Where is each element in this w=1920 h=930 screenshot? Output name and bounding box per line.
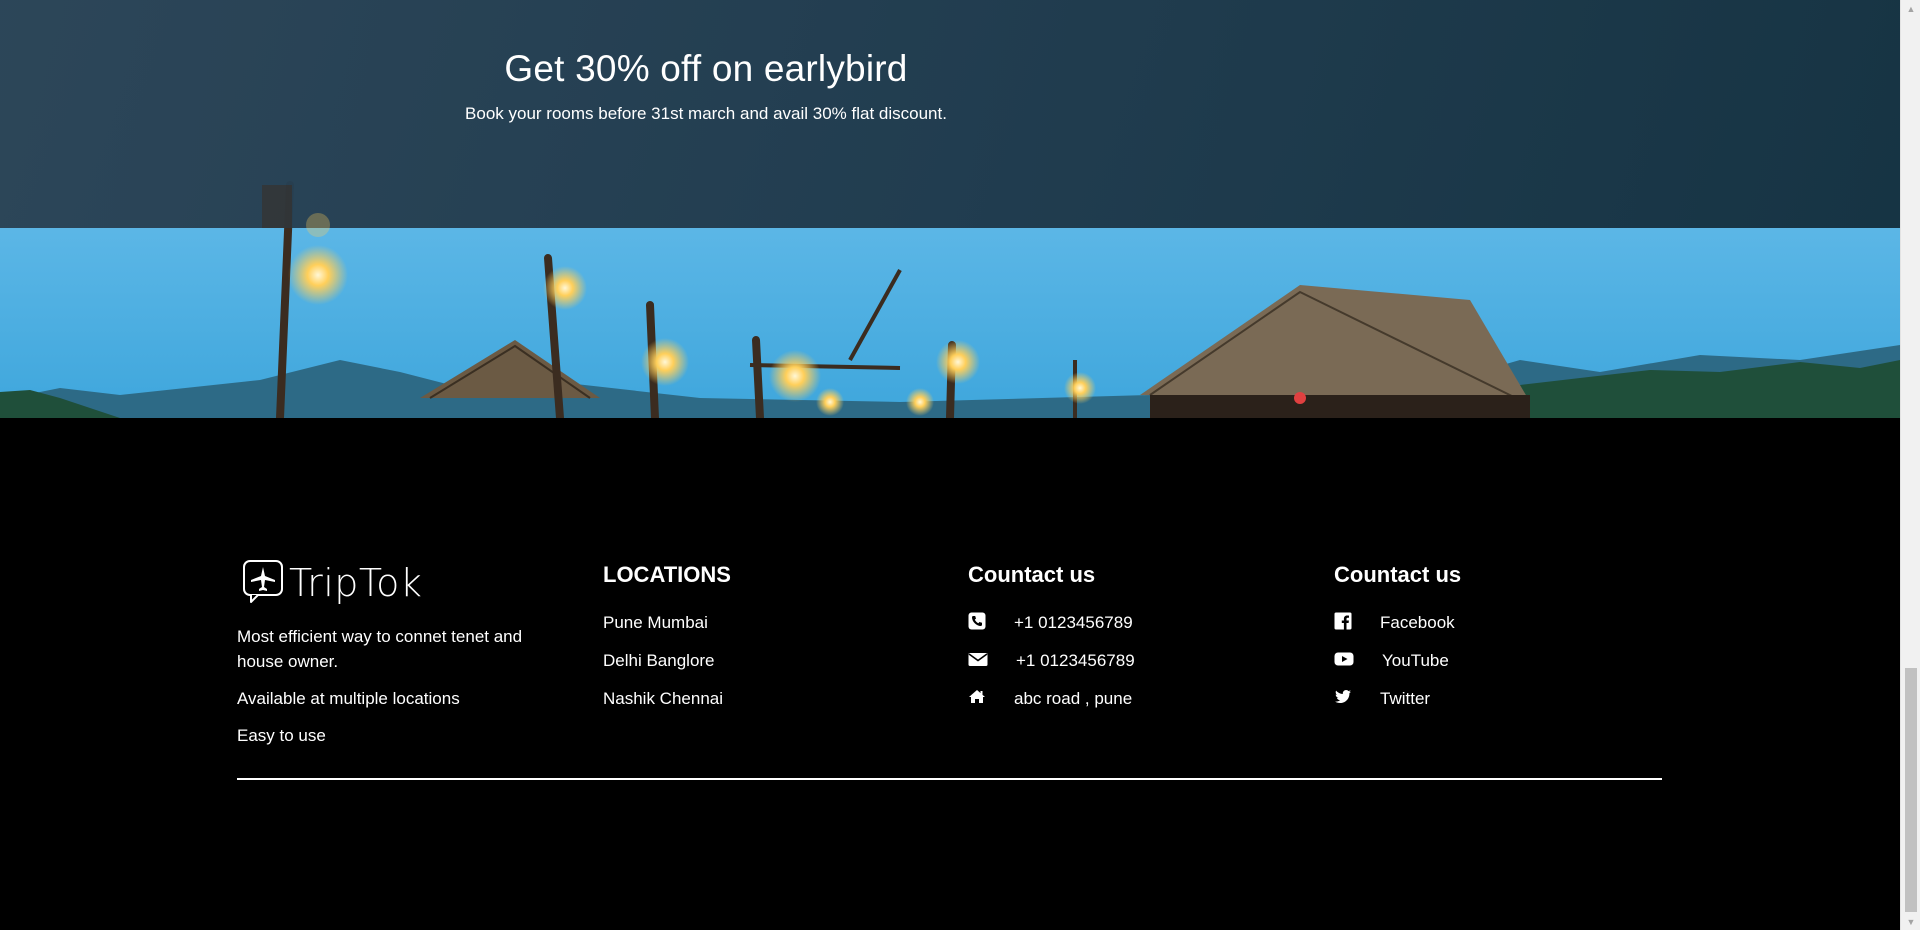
location-link[interactable]: Delhi Banglore xyxy=(603,650,731,688)
locations-heading: LOCATIONS xyxy=(603,562,731,587)
footer-divider xyxy=(237,778,1662,780)
plane-chat-icon xyxy=(241,558,285,609)
envelope-icon xyxy=(968,650,988,668)
phone-icon xyxy=(968,612,986,630)
facebook-icon xyxy=(1334,612,1352,630)
location-link[interactable]: Pune Mumbai xyxy=(603,612,731,650)
youtube-label: YouTube xyxy=(1382,651,1449,670)
brand-logo[interactable]: TripTok xyxy=(241,558,567,609)
scroll-up-arrow-icon[interactable]: ▲ xyxy=(1901,0,1920,17)
site-footer: TripTok Most efficient way to connet ten… xyxy=(0,418,1900,930)
scroll-down-arrow-icon[interactable]: ▼ xyxy=(1901,913,1920,930)
social-heading: Countact us xyxy=(1334,562,1462,587)
promo-banner: Get 30% off on earlybird Book your rooms… xyxy=(0,0,1900,418)
youtube-icon xyxy=(1334,650,1354,668)
scrollbar-thumb[interactable] xyxy=(1905,668,1917,912)
twitter-link[interactable]: Twitter xyxy=(1334,688,1461,726)
contact-email-text: +1 0123456789 xyxy=(1016,651,1135,670)
facebook-link[interactable]: Facebook xyxy=(1334,612,1461,650)
contact-phone[interactable]: +1 0123456789 xyxy=(968,612,1135,650)
brand-feature: Easy to use xyxy=(237,726,326,745)
footer-brand-column: TripTok Most efficient way to connet ten… xyxy=(237,558,567,748)
brand-feature: Available at multiple locations xyxy=(237,689,460,708)
contact-heading: Countact us xyxy=(968,562,1096,587)
page: Get 30% off on earlybird Book your rooms… xyxy=(0,0,1900,930)
contact-address[interactable]: abc road , pune xyxy=(968,688,1135,726)
facebook-label: Facebook xyxy=(1380,613,1455,632)
footer-contact-column: Countact us +1 0123456789 +1 0123456789 … xyxy=(968,560,1135,726)
promo-title: Get 30% off on earlybird xyxy=(504,48,908,89)
home-icon xyxy=(968,688,986,706)
brand-tagline: Most efficient way to connet tenet and h… xyxy=(237,627,523,671)
brand-name: TripTok xyxy=(289,561,423,605)
promo-subtitle: Book your rooms before 31st march and av… xyxy=(465,104,947,123)
twitter-label: Twitter xyxy=(1380,689,1431,708)
location-link[interactable]: Nashik Chennai xyxy=(603,688,731,726)
footer-locations-column: LOCATIONS Pune Mumbai Delhi Banglore Nas… xyxy=(603,560,731,726)
twitter-icon xyxy=(1334,688,1352,706)
promo-text: Get 30% off on earlybird Book your rooms… xyxy=(0,48,1412,124)
contact-phone-text: +1 0123456789 xyxy=(1014,613,1133,632)
page-scrollbar[interactable]: ▲ ▼ xyxy=(1900,0,1920,930)
youtube-link[interactable]: YouTube xyxy=(1334,650,1461,688)
footer-social-column: Countact us Facebook YouTube Twitter xyxy=(1334,560,1461,726)
contact-address-text: abc road , pune xyxy=(1014,689,1133,708)
contact-email[interactable]: +1 0123456789 xyxy=(968,650,1135,688)
